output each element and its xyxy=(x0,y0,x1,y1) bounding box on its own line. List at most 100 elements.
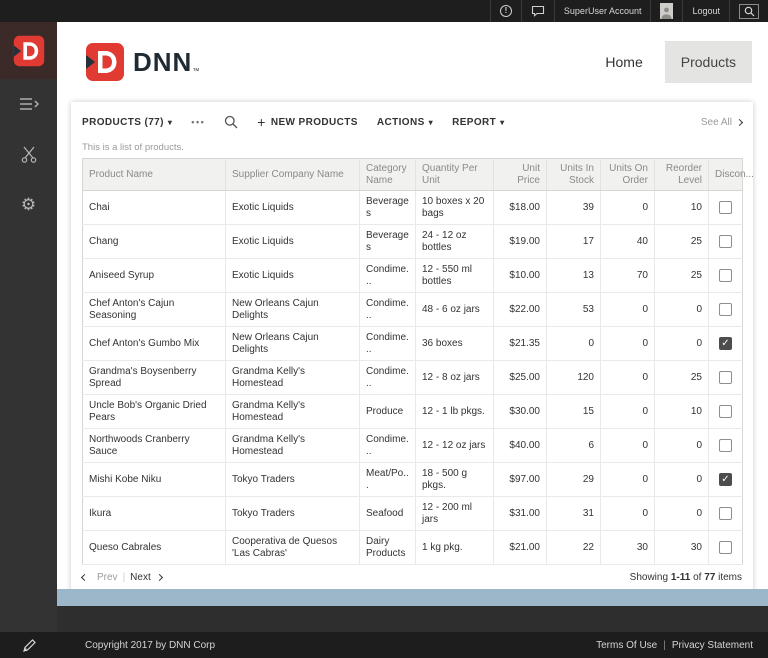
column-header-product-name[interactable]: Product Name xyxy=(82,158,226,191)
prev-button[interactable]: Prev xyxy=(97,572,118,583)
showing-summary: Showing 1-11 of 77 items xyxy=(630,572,742,583)
sidebar-item-tools[interactable] xyxy=(0,129,57,179)
discontinued-checkbox[interactable] xyxy=(719,235,732,248)
cell-discontinued xyxy=(708,360,743,395)
sidebar-item-content[interactable] xyxy=(0,79,57,129)
avatar-icon xyxy=(660,3,674,19)
nav-products[interactable]: Products xyxy=(664,41,752,83)
discontinued-checkbox[interactable] xyxy=(719,371,732,384)
cell-units-in-stock: 31 xyxy=(546,496,601,531)
sidebar-logo[interactable] xyxy=(0,22,57,79)
cell-reorder-level: 10 xyxy=(654,394,709,429)
cell-product: Chai xyxy=(82,190,226,225)
column-header-reorder-level[interactable]: Reorder Level xyxy=(654,158,709,191)
nav-home[interactable]: Home xyxy=(605,54,642,70)
pagination: Prev | Next Showing 1-11 of 77 items xyxy=(80,572,742,583)
main-area: DNN™ Home Products PRODUCTS (77) ▾ ••• xyxy=(57,22,768,658)
cell-supplier: Grandma Kelly's Homestead xyxy=(225,428,360,463)
column-header-unit-price[interactable]: Unit Price xyxy=(493,158,547,191)
cell-units-on-order: 30 xyxy=(600,530,655,565)
discontinued-checkbox[interactable] xyxy=(719,303,732,316)
showing-total: 77 xyxy=(704,572,716,583)
products-dropdown[interactable]: PRODUCTS (77) ▾ xyxy=(82,117,172,128)
see-all-label: See All xyxy=(700,116,732,128)
cell-units-in-stock: 17 xyxy=(546,224,601,259)
module-description: This is a list of products. xyxy=(82,142,184,153)
cell-reorder-level: 10 xyxy=(654,190,709,225)
account-menu-button[interactable]: SuperUser Account xyxy=(553,0,651,22)
column-header-category-name[interactable]: Category Name xyxy=(359,158,416,191)
cell-quantity: 12 - 550 ml bottles xyxy=(415,258,494,293)
cell-discontinued xyxy=(708,462,743,497)
discontinued-checkbox[interactable] xyxy=(719,541,732,554)
cell-reorder-level: 25 xyxy=(654,360,709,395)
theme-accent-band xyxy=(57,589,768,606)
discontinued-checkbox[interactable] xyxy=(719,473,732,486)
cell-reorder-level: 25 xyxy=(654,258,709,293)
table-row: Ikura Tokyo Traders Seafood 12 - 200 ml jar… xyxy=(82,496,743,531)
dnn-logo[interactable]: DNN ™ xyxy=(85,42,199,82)
cell-product: Chang xyxy=(82,224,226,259)
terms-link[interactable]: Terms Of Use xyxy=(596,640,657,651)
module-toolbar: PRODUCTS (77) ▾ ••• + NEW PRODUCTS ACTIO… xyxy=(82,102,744,142)
cell-product: Chef Anton's Gumbo Mix xyxy=(82,326,226,361)
discontinued-checkbox[interactable] xyxy=(719,507,732,520)
chat-icon xyxy=(531,5,544,17)
trademark: ™ xyxy=(192,68,200,75)
topbar-search-button[interactable] xyxy=(729,0,768,22)
logout-button[interactable]: Logout xyxy=(682,0,729,22)
footer: Copyright 2017 by DNN Corp Terms Of Use … xyxy=(0,632,768,658)
cell-units-in-stock: 53 xyxy=(546,292,601,327)
discontinued-checkbox[interactable] xyxy=(719,201,732,214)
showing-of: of xyxy=(693,572,702,583)
cell-supplier: Grandma Kelly's Homestead xyxy=(225,360,360,395)
main-nav: Home Products xyxy=(605,41,752,83)
column-header-discon[interactable]: Discon... xyxy=(708,158,754,191)
cell-supplier: Exotic Liquids xyxy=(225,258,360,293)
chevron-right-icon xyxy=(735,118,744,126)
discontinued-checkbox[interactable] xyxy=(719,405,732,418)
see-all-link[interactable]: See All xyxy=(700,116,744,128)
cell-unit-price: $25.00 xyxy=(493,360,547,395)
discontinued-checkbox[interactable] xyxy=(719,337,732,350)
column-header-units-on-order[interactable]: Units On Order xyxy=(600,158,655,191)
cell-quantity: 18 - 500 g pkgs. xyxy=(415,462,494,497)
gear-icon: ⚙ xyxy=(20,194,37,214)
column-header-quantity-per-unit[interactable]: Quantity Per Unit xyxy=(415,158,494,191)
discontinued-checkbox[interactable] xyxy=(719,439,732,452)
discontinued-checkbox[interactable] xyxy=(719,269,732,282)
messages-button[interactable] xyxy=(520,0,554,22)
cell-reorder-level: 30 xyxy=(654,530,709,565)
actions-dropdown[interactable]: ACTIONS ▾ xyxy=(377,117,433,128)
notifications-button[interactable]: ! xyxy=(489,0,521,22)
cell-reorder-level: 25 xyxy=(654,224,709,259)
new-products-button[interactable]: + NEW PRODUCTS xyxy=(257,114,358,130)
page: DNN™ Home Products PRODUCTS (77) ▾ ••• xyxy=(57,22,768,589)
privacy-link[interactable]: Privacy Statement xyxy=(672,640,753,651)
cell-quantity: 1 kg pkg. xyxy=(415,530,494,565)
cell-units-on-order: 0 xyxy=(600,360,655,395)
cell-units-in-stock: 6 xyxy=(546,428,601,463)
more-options-button[interactable]: ••• xyxy=(191,117,205,127)
cell-category: Dairy Products xyxy=(359,530,416,565)
cell-discontinued xyxy=(708,292,743,327)
cell-quantity: 12 - 1 lb pkgs. xyxy=(415,394,494,429)
edit-page-button[interactable] xyxy=(22,638,37,653)
cell-product: Uncle Bob's Organic Dried Pears xyxy=(82,394,226,429)
cell-units-in-stock: 29 xyxy=(546,462,601,497)
next-button[interactable]: Next xyxy=(130,572,151,583)
content-icon xyxy=(19,98,39,110)
footer-separator: | xyxy=(663,639,666,651)
report-dropdown[interactable]: REPORT ▾ xyxy=(452,117,505,128)
cell-quantity: 12 - 8 oz jars xyxy=(415,360,494,395)
cell-unit-price: $21.00 xyxy=(493,530,547,565)
column-header-units-in-stock[interactable]: Units In Stock xyxy=(546,158,601,191)
cell-units-on-order: 40 xyxy=(600,224,655,259)
cell-units-in-stock: 22 xyxy=(546,530,601,565)
search-button[interactable] xyxy=(224,115,238,129)
cell-category: Condime... xyxy=(359,292,416,327)
sidebar-item-settings[interactable]: ⚙ xyxy=(0,179,57,229)
cell-units-in-stock: 120 xyxy=(546,360,601,395)
avatar[interactable] xyxy=(650,0,682,22)
column-header-supplier-company-name[interactable]: Supplier Company Name xyxy=(225,158,360,191)
